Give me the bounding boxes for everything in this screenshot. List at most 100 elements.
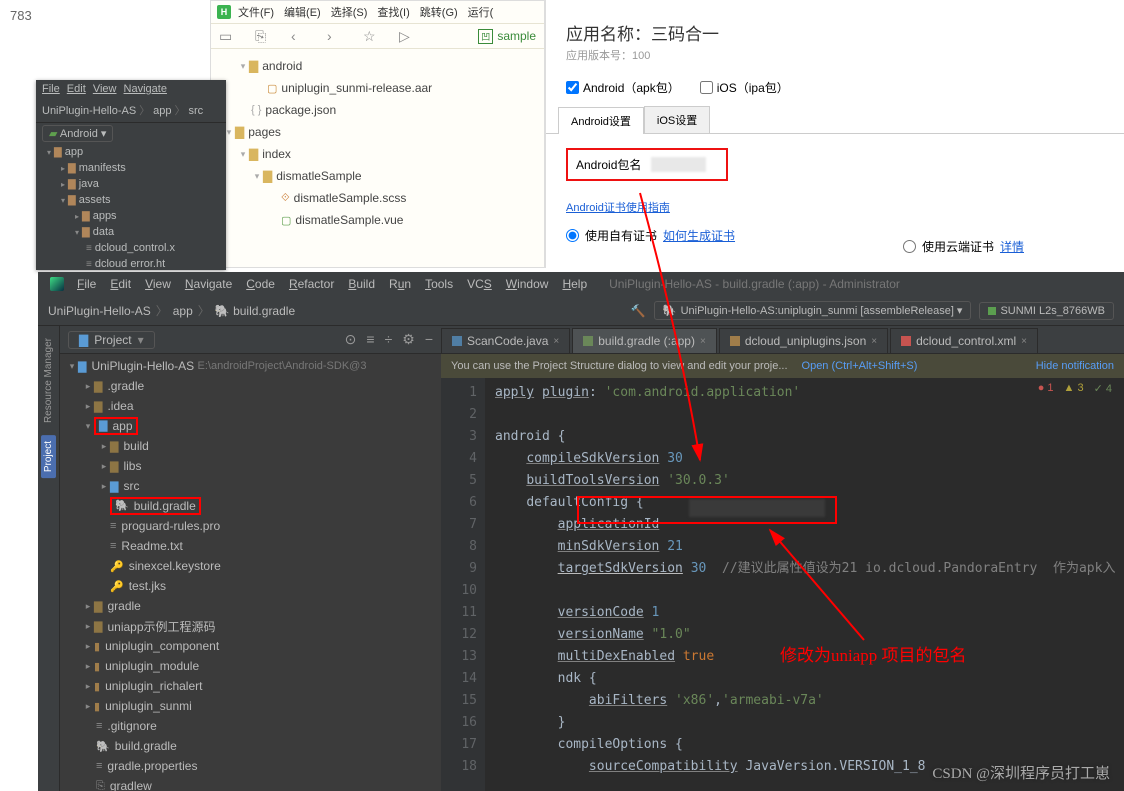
hbx-tree-row[interactable]: ▾▇pages — [211, 121, 544, 143]
hbx-tree-row[interactable]: ▢uniplugin_sunmi-release.aar — [211, 77, 544, 99]
mini-menu-view[interactable]: View — [93, 83, 117, 95]
tree-row[interactable]: ▸▮uniplugin_component — [60, 636, 441, 656]
menu-tools[interactable]: Tools — [420, 275, 458, 293]
tab-android-settings[interactable]: Android设置 — [558, 107, 644, 134]
check-android-box[interactable] — [566, 81, 579, 94]
menu-refactor[interactable]: Refactor — [284, 275, 339, 293]
expand-all-icon[interactable]: ≡ — [366, 331, 374, 348]
mini-menubar[interactable]: File Edit View Navigate — [36, 80, 226, 98]
menu-window[interactable]: Window — [501, 275, 554, 293]
menu-file[interactable]: File — [72, 275, 101, 293]
hbx-tree-row[interactable]: ▾▇android — [211, 55, 544, 77]
run-config-dropdown[interactable]: 🐘UniPlugin-Hello-AS:uniplugin_sunmi [ass… — [654, 301, 972, 320]
menu-view[interactable]: View — [140, 275, 176, 293]
close-icon[interactable]: × — [871, 336, 877, 347]
code-area[interactable]: 123456789101112131415161718 apply plugin… — [441, 378, 1124, 791]
tree-row-build-gradle[interactable]: 🐘build.gradle — [60, 496, 441, 516]
how-to-generate-cert-link[interactable]: 如何生成证书 — [663, 227, 735, 244]
settings-icon[interactable]: ⚙ — [402, 331, 415, 348]
mini-tree-row[interactable]: ≡dcloud_control.x — [36, 240, 226, 256]
hbx-tree-row[interactable]: { }package.json — [211, 99, 544, 121]
mini-breadcrumb[interactable]: UniPlugin-Hello-AS〉app〉src — [36, 98, 226, 123]
hbx-menu-select[interactable]: 选择(S) — [328, 4, 371, 20]
breadcrumb[interactable]: UniPlugin-Hello-AS〉 app〉 🐘 build.gradle — [38, 302, 305, 319]
menu-navigate[interactable]: Navigate — [180, 275, 237, 293]
close-icon[interactable]: × — [553, 336, 559, 347]
menu-edit[interactable]: Edit — [105, 275, 136, 293]
tree-row[interactable]: ▸▇.idea — [60, 396, 441, 416]
mini-tree-row[interactable]: ▾▇assets — [36, 192, 226, 208]
tree-row[interactable]: ▸▇libs — [60, 456, 441, 476]
tool-project[interactable]: Project — [41, 435, 56, 478]
hide-pane-icon[interactable]: − — [425, 331, 433, 348]
close-icon[interactable]: × — [1021, 336, 1027, 347]
mini-tree-row[interactable]: ▸▇manifests — [36, 160, 226, 176]
hbx-tree-row[interactable]: ▾▇dismatleSample — [211, 165, 544, 187]
hbx-active-tab[interactable]: 凹sample — [478, 29, 536, 44]
project-view-selector[interactable]: ▇Project▾ — [68, 331, 155, 349]
check-ios-box[interactable] — [700, 81, 713, 94]
mini-tree-row[interactable]: ▾▇data — [36, 224, 226, 240]
tab-dcloud-control-xml[interactable]: dcloud_control.xml× — [890, 328, 1038, 353]
tree-row[interactable]: ≡proguard-rules.pro — [60, 516, 441, 536]
menu-code[interactable]: Code — [241, 275, 280, 293]
tree-row[interactable]: ▸▇.gradle — [60, 376, 441, 396]
mini-menu-file[interactable]: File — [42, 83, 60, 95]
hbx-menu-find[interactable]: 查找(I) — [374, 4, 412, 20]
mini-android-dropdown[interactable]: ▰ Android ▾ — [42, 125, 113, 142]
tree-row[interactable]: ▾▇UniPlugin-Hello-AS E:\androidProject\A… — [60, 356, 441, 376]
hbx-new-icon[interactable]: ▭ — [219, 28, 233, 45]
hbx-run-icon[interactable]: ▷ — [399, 28, 413, 45]
tree-row[interactable]: ≡.gitignore — [60, 716, 441, 736]
menu-vcs[interactable]: VCS — [462, 275, 497, 293]
menu-help[interactable]: Help — [557, 275, 592, 293]
android-cert-guide-link[interactable]: Android证书使用指南 — [566, 199, 670, 215]
hbx-tree-row[interactable]: ▢dismatleSample.vue — [211, 209, 544, 231]
tab-build-gradle[interactable]: build.gradle (:app)× — [572, 328, 717, 353]
tree-row[interactable]: ≡Readme.txt — [60, 536, 441, 556]
tree-row[interactable]: ▸▇build — [60, 436, 441, 456]
mini-menu-nav[interactable]: Navigate — [124, 83, 167, 95]
mini-menu-edit[interactable]: Edit — [67, 83, 86, 95]
hbx-tree-row[interactable]: ▾▇index — [211, 143, 544, 165]
hbx-menu-edit[interactable]: 编辑(E) — [281, 4, 324, 20]
banner-hide-link[interactable]: Hide notification — [1036, 360, 1114, 372]
hbx-menu-goto[interactable]: 跳转(G) — [417, 4, 461, 20]
check-ios[interactable]: iOS（ipa包） — [700, 79, 789, 96]
device-dropdown[interactable]: SUNMI L2s_8766WB — [979, 302, 1114, 320]
code-content[interactable]: apply plugin: 'com.android.application' … — [485, 378, 1124, 791]
select-opened-icon[interactable]: ⊙ — [345, 331, 357, 348]
tab-ios-settings[interactable]: iOS设置 — [644, 106, 710, 133]
check-android[interactable]: Android（apk包） — [566, 79, 680, 96]
mini-tree-row[interactable]: ▸▇java — [36, 176, 226, 192]
tree-row[interactable]: ≡gradle.properties — [60, 756, 441, 776]
hbx-menu-file[interactable]: 文件(F) — [235, 4, 277, 20]
tree-row[interactable]: ▸▮uniplugin_richalert — [60, 676, 441, 696]
radio-own-cert[interactable] — [566, 229, 579, 242]
tree-row[interactable]: ▸▇uniapp示例工程源码 — [60, 616, 441, 636]
radio-cloud-cert[interactable] — [903, 240, 916, 253]
tree-row[interactable]: ▸▮uniplugin_module — [60, 656, 441, 676]
tree-row[interactable]: 🐘build.gradle — [60, 736, 441, 756]
mini-tree-row[interactable]: ≡dcloud error.ht — [36, 256, 226, 272]
menu-build[interactable]: Build — [343, 275, 380, 293]
tree-row[interactable]: 🔑test.jks — [60, 576, 441, 596]
tab-scancode[interactable]: ScanCode.java× — [441, 328, 570, 353]
menu-run[interactable]: Run — [384, 275, 416, 293]
cloud-cert-detail-link[interactable]: 详情 — [1000, 238, 1024, 255]
tree-row[interactable]: ⎘gradlew — [60, 776, 441, 791]
hbx-back-icon[interactable]: ‹ — [291, 28, 305, 44]
tree-row[interactable]: 🔑sinexcel.keystore — [60, 556, 441, 576]
tree-row[interactable]: ▸▇src — [60, 476, 441, 496]
mini-tree-row[interactable]: ▾▇app — [36, 144, 226, 160]
close-icon[interactable]: × — [700, 336, 706, 347]
tree-row-app[interactable]: ▾▇app — [60, 416, 441, 436]
tree-row[interactable]: ▸▮uniplugin_sunmi — [60, 696, 441, 716]
build-icon[interactable]: 🔨 — [631, 304, 646, 318]
tree-row[interactable]: ▸▇gradle — [60, 596, 441, 616]
banner-open-link[interactable]: Open (Ctrl+Alt+Shift+S) — [802, 360, 918, 372]
hbx-save-icon[interactable]: ⎘ — [255, 28, 269, 45]
tab-uniplugins-json[interactable]: dcloud_uniplugins.json× — [719, 328, 888, 353]
hbx-star-icon[interactable]: ☆ — [363, 28, 377, 45]
collapse-all-icon[interactable]: ÷ — [385, 331, 393, 348]
